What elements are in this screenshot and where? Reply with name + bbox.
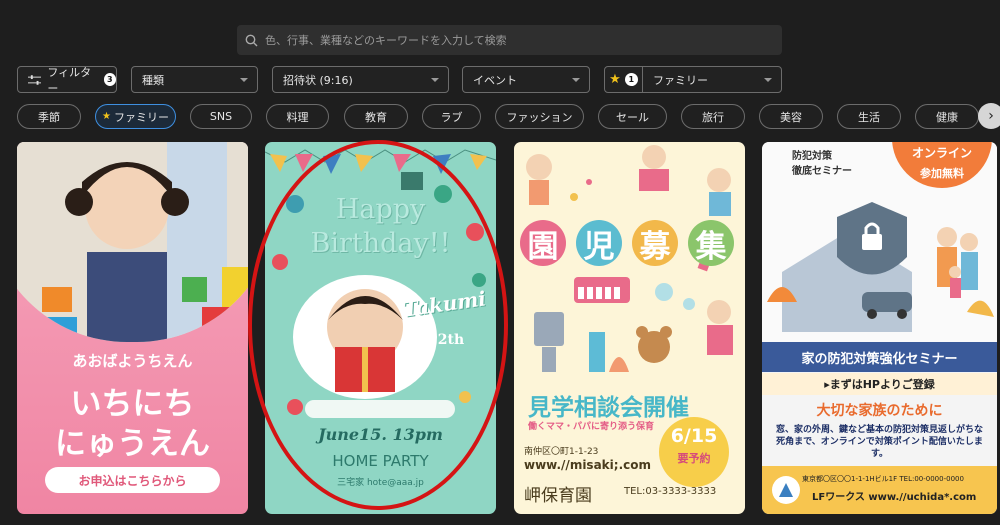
event-label: イベント [473, 73, 517, 87]
chip-label: 生活 [858, 110, 880, 124]
seminar-lead: 防犯対策 徹底セミナー [792, 147, 852, 177]
filter-label: フィルター [47, 65, 92, 95]
date-badge: 6/15 要予約 [659, 417, 729, 487]
sliders-icon [28, 74, 42, 85]
event-title-1: いちにち [70, 386, 195, 422]
chip-label: 季節 [38, 110, 60, 124]
chevron-down-icon [764, 78, 772, 82]
headline-char-4: 集 [688, 220, 734, 266]
phone: TEL:03-3333-3333 [624, 486, 717, 497]
chip-beauty[interactable]: 美容 [759, 104, 823, 129]
star-icon: ★ [609, 72, 621, 87]
greeting-line-2: Birthday!! [310, 228, 451, 259]
child-photo [17, 142, 248, 342]
company-address: 東京都〇区〇〇1-1-1Hビル1F TEL:00-0000-0000 [802, 475, 964, 483]
headline-char-2: 児 [576, 220, 622, 266]
school-name: あおばようちえん [72, 352, 193, 370]
chip-label: 旅行 [702, 110, 724, 124]
chip-label: 料理 [286, 110, 309, 124]
chip-fashion[interactable]: ファッション [495, 104, 584, 129]
party-contact: 三宅家 hote@aaa.jp [337, 478, 424, 488]
favorites-dropdown[interactable]: ★ 1 ファミリー [604, 66, 782, 93]
free-label: 参加無料 [920, 167, 964, 180]
apply-link: お申込はこちらから [45, 467, 220, 493]
template-card-kindergarten[interactable]: あおばようちえん いちにち にゅうえん お申込はこちらから [17, 142, 248, 514]
greeting-line-1: Happy [335, 194, 426, 225]
chip-label: 美容 [780, 110, 802, 124]
template-card-security-seminar[interactable]: 防犯対策 徹底セミナー オンライン 参加無料 家の防犯対策強化セミナー ▸まずは… [762, 142, 997, 514]
chip-life[interactable]: 生活 [837, 104, 901, 129]
chip-sale[interactable]: セール [598, 104, 667, 129]
seminar-title: 家の防犯対策強化セミナー [762, 342, 997, 372]
chip-label: ファミリー [113, 110, 169, 124]
favorites-label: ファミリー [653, 73, 708, 87]
chip-sns[interactable]: SNS [190, 104, 252, 129]
company-name: LFワークス www.//uchida*.com [812, 492, 977, 503]
format-label: 招待状 (9:16) [283, 73, 353, 87]
child-age: 12th [428, 332, 465, 348]
search-input[interactable]: 色、行事、業種などのキーワードを入力して検索 [237, 25, 782, 55]
chip-travel[interactable]: 旅行 [681, 104, 745, 129]
family-headline: 大切な家族のために [816, 403, 943, 419]
chip-cooking[interactable]: 料理 [266, 104, 329, 129]
school-name: 岬保育園 [524, 486, 592, 506]
website: www.//misaki;.com [524, 458, 651, 472]
type-label: 種類 [142, 73, 164, 87]
event-date: 6/15 [670, 425, 718, 447]
headline-char-1: 園 [520, 220, 566, 266]
search-icon [245, 34, 258, 46]
type-dropdown[interactable]: 種類 [131, 66, 258, 93]
chip-label: SNS [209, 110, 233, 123]
chip-label: ファッション [506, 110, 573, 124]
party-title: HOME PARTY [332, 452, 429, 470]
company-logo-icon [772, 476, 800, 504]
online-label: オンライン [911, 146, 972, 160]
chevron-down-icon [431, 78, 439, 82]
register-note: ▸まずはHPよりご登録 [762, 373, 997, 395]
seminar-lead-2: 徹底セミナー [792, 166, 852, 177]
party-date: June15. 13pm [318, 425, 443, 444]
template-card-nursery[interactable]: 園 児 募 集 見学相談会開催 働くママ・パパに寄り添う保育 南仲区〇町1-1-… [514, 142, 745, 514]
favorite-count-badge: 1 [624, 73, 638, 86]
chip-health[interactable]: 健康 [915, 104, 979, 129]
chip-label: 健康 [936, 110, 958, 124]
format-dropdown[interactable]: 招待状 (9:16) [272, 66, 449, 93]
template-card-birthday[interactable]: Happy Birthday!! Takumi 12th June15. 13p… [265, 142, 496, 514]
tour-title: 見学相談会開催 [528, 395, 689, 421]
chip-label: セール [616, 110, 649, 124]
event-title-2: にゅうえん [55, 426, 210, 462]
filter-count-badge: 3 [103, 73, 117, 86]
chip-label: ラブ [440, 110, 463, 124]
seminar-description: 窓、家の外周、鍵など基本の防犯対策見返しがちな死角まで、オンラインで対策ポイント… [775, 425, 983, 459]
chevron-down-icon [572, 78, 580, 82]
chip-love[interactable]: ラブ [422, 104, 481, 129]
chip-education[interactable]: 教育 [344, 104, 408, 129]
chip-family[interactable]: ★ ファミリー [95, 104, 176, 129]
chevron-right-icon[interactable]: › [978, 103, 1000, 129]
filter-button[interactable]: フィルター 3 [17, 65, 117, 95]
event-dropdown[interactable]: イベント [462, 66, 590, 93]
company-footer: 東京都〇区〇〇1-1-1Hビル1F TEL:00-0000-0000 LFワーク… [762, 466, 997, 514]
chevron-down-icon [240, 78, 248, 82]
reservation-note: 要予約 [677, 452, 711, 465]
address: 南仲区〇町1-1-23 [524, 447, 599, 457]
seminar-lead-1: 防犯対策 [792, 151, 832, 162]
star-icon: ★ [102, 111, 111, 122]
search-placeholder: 色、行事、業種などのキーワードを入力して検索 [265, 34, 507, 47]
chip-season[interactable]: 季節 [17, 104, 81, 129]
tagline: 働くママ・パパに寄り添う保育 [528, 422, 655, 432]
favorite-toggle[interactable]: ★ 1 [605, 67, 643, 92]
headline-char-3: 募 [632, 220, 678, 266]
chip-label: 教育 [365, 110, 387, 124]
